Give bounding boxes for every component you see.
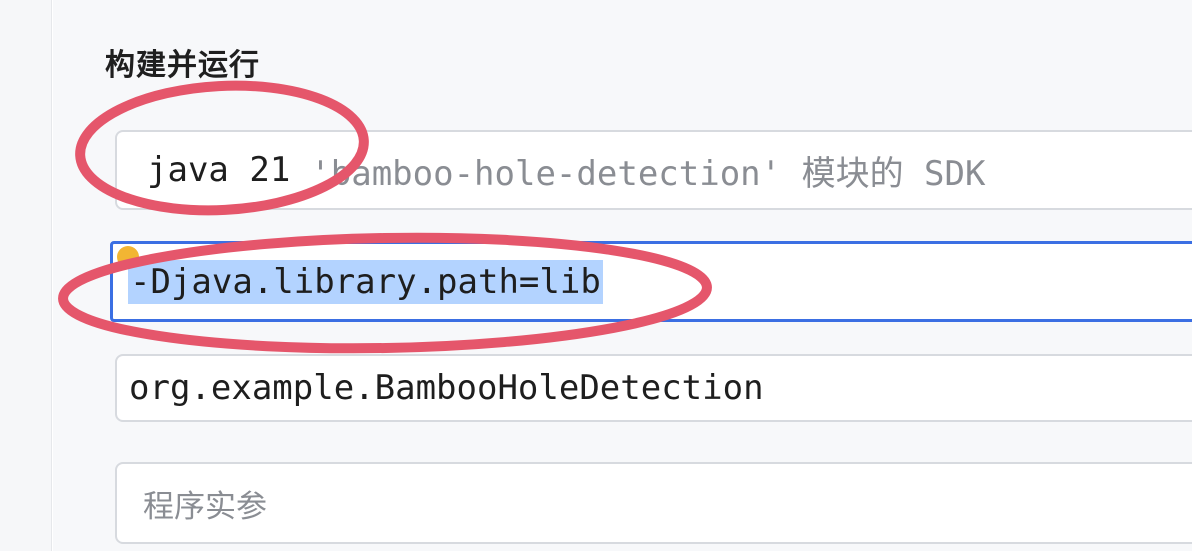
left-gutter xyxy=(0,0,52,551)
program-arguments-placeholder: 程序实参 xyxy=(143,488,267,525)
program-arguments-input[interactable]: 程序实参 xyxy=(115,462,1192,544)
main-class-input[interactable]: org.example.BambooHoleDetection xyxy=(115,354,1192,422)
jre-selector[interactable]: java 21 'bamboo-hole-detection' 模块的 SDK xyxy=(115,130,1192,210)
jre-hint: 'bamboo-hole-detection' 模块的 SDK xyxy=(310,153,986,194)
jre-version: java 21 xyxy=(147,150,291,190)
section-title: 构建并运行 xyxy=(105,48,260,83)
vm-options-value: -Djava.library.path=lib xyxy=(128,259,603,304)
main-class-value: org.example.BambooHoleDetection xyxy=(129,368,764,408)
lightbulb-icon[interactable] xyxy=(117,246,139,268)
vm-options-input[interactable]: -Djava.library.path=lib xyxy=(110,241,1192,322)
